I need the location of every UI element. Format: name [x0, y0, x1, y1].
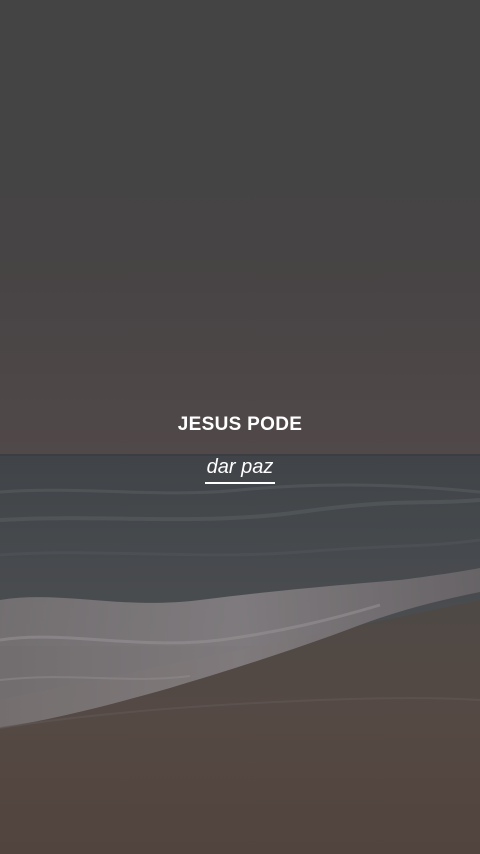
headline-text: JESUS PODE	[177, 414, 303, 435]
story-screen: JESUS PODE dar paz	[0, 0, 480, 854]
subline-container: dar paz	[0, 455, 480, 484]
subline-text: dar paz	[204, 455, 276, 484]
